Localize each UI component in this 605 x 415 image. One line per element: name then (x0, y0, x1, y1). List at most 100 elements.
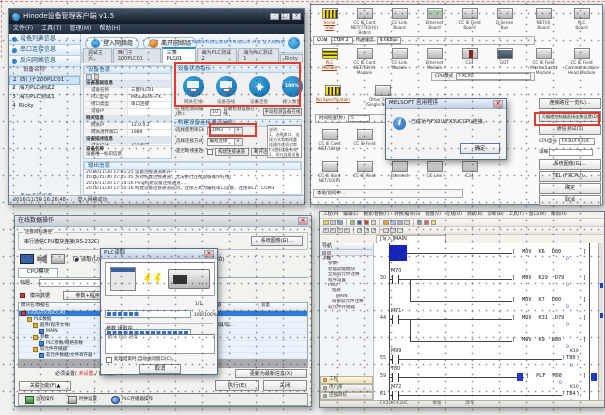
pcif-ethernet-board[interactable]: Ethernet Board (418, 8, 451, 30)
toolbar-icon[interactable] (330, 228, 336, 234)
toolbar-icon[interactable] (417, 220, 423, 226)
close-button[interactable]: × (292, 13, 301, 20)
property-row[interactable]: 网关IP12.0.0.2 (84, 123, 171, 130)
tab-ricky[interactable]: Ricky (280, 54, 303, 63)
tab-mitsubishi-plc01[interactable]: 三菱PLC01 (162, 47, 196, 63)
tab-debug-home[interactable]: 调试主页 (83, 48, 112, 63)
coil-timer[interactable]: (T80) (562, 355, 580, 361)
maximize-button[interactable]: ▢ (281, 13, 290, 20)
instruction-mov[interactable]: [MOVK9D80 (512, 337, 561, 343)
nav-toolbar-icon[interactable] (327, 251, 331, 255)
online-data-titlebar[interactable]: 在线数据操作 × (15, 216, 311, 227)
nav-button-connection[interactable]: 连接目标 (320, 392, 373, 400)
menu-file[interactable]: 文件(F) (13, 25, 33, 32)
tab-cpu-module[interactable]: CPU模块 (18, 268, 58, 277)
plcif-cclink-module[interactable]: CC-Link Module (383, 48, 416, 70)
ok-button[interactable]: 确定 (539, 183, 601, 194)
menu-find[interactable]: 搜索/替换(F) (364, 212, 390, 217)
ladder-canvas[interactable]: [MOVK6D80 ] 0 30 M70 [MOVK29D79 ] 0 [MOV… (374, 243, 601, 400)
reconnect-checkbox[interactable] (207, 149, 213, 155)
toolbar-icon[interactable] (431, 220, 437, 226)
toolbar-icon[interactable] (337, 220, 343, 226)
nav-item-device-memory[interactable]: 软元件存储器 (320, 305, 373, 310)
route-ccie-cont[interactable]: CC IE Cont NET/10(H) (313, 129, 346, 151)
plcif-c24[interactable]: C24 (453, 48, 486, 65)
plcif-ethernet-module[interactable]: Ethernet Module (418, 48, 451, 70)
menu-window[interactable]: 窗口(W) (529, 212, 546, 217)
contact-symbol[interactable] (392, 275, 399, 284)
toolbar-icon[interactable] (404, 220, 410, 226)
sort-icon[interactable] (94, 74, 100, 80)
close-icon[interactable]: × (493, 100, 503, 108)
property-row[interactable]: 网关透传端口1989 (84, 130, 171, 137)
menu-convert[interactable]: 转换/编译(C) (394, 212, 420, 217)
connection-channel-list-button[interactable]: 连接路径一览(L)... (539, 98, 601, 109)
nav-button-user-library[interactable]: 用户库 (320, 384, 373, 392)
coexist-ccie-cont[interactable]: CC IE Cont NET/10(H) (313, 161, 346, 183)
menu-tool[interactable]: 工具(T) (509, 212, 524, 217)
company-link[interactable]: 上海翔荣科锐信息技术有限公司-开发 登入网络组 (167, 40, 285, 45)
device-row[interactable]: 4Ricky (9, 103, 80, 112)
property-category[interactable]: 设备基础信息 (84, 81, 171, 88)
close-button[interactable]: 关闭 (263, 380, 307, 391)
toolbar-icon[interactable] (344, 228, 350, 234)
pcif-net2-board[interactable]: NET(II) Board (527, 8, 560, 30)
pcif-ccie-field-board[interactable]: CC IE Field Board (453, 8, 486, 30)
toolbar-icon[interactable] (397, 220, 403, 226)
tel-fxcpu-button[interactable]: TEL (FXCPU)... (539, 171, 601, 182)
instruction-plf[interactable]: [PLFM98 (526, 373, 562, 379)
plc-memory-item[interactable]: PLC存储器操作 (111, 396, 153, 404)
pcif-serial-usb[interactable]: Serial USB (313, 8, 346, 30)
toolbar-icon[interactable] (397, 228, 403, 234)
radio-read[interactable]: 读取(U) (73, 256, 100, 264)
menu-debug[interactable]: 调试(B) (467, 212, 483, 217)
device-row[interactable]: 3海为PLC测试1 (9, 94, 80, 103)
property-category[interactable]: 网关信息 (84, 116, 171, 123)
editor-tab[interactable]: [写入]MAIN (376, 235, 446, 243)
clock-setting-item[interactable]: 时钟设置 (68, 396, 97, 404)
pcif-qseries-bus[interactable]: Q Series Bus (488, 8, 521, 30)
pcif-cclink-board[interactable]: CC-Link Board (383, 8, 416, 30)
execute-button[interactable]: 执行(E) (215, 380, 259, 391)
menu-manage[interactable]: 管理(M) (70, 25, 92, 32)
nav-button-project[interactable]: 工程 (320, 376, 373, 384)
close-icon[interactable]: × (204, 250, 214, 258)
contact-symbol[interactable] (392, 391, 399, 400)
edit-cursor-cell[interactable] (389, 245, 407, 261)
toolbar-icon[interactable] (357, 228, 363, 234)
toolbar-icon[interactable] (364, 220, 370, 226)
toolbar-icon[interactable] (357, 220, 363, 226)
cancel-button[interactable]: 取消 (139, 364, 181, 374)
vertical-scrollbar[interactable] (598, 243, 603, 400)
hinode-titlebar[interactable]: Hinode设备管理客户端 v1.5 – ▢ × (9, 9, 304, 24)
toolbar-icon[interactable] (350, 220, 356, 226)
toolbar-icon[interactable] (390, 220, 396, 226)
tab-haiwei-plc-test1[interactable]: 海为PLC测试1 (238, 48, 279, 63)
system-image-button[interactable]: 系统图像(G)... (251, 236, 303, 246)
toolbar-icon[interactable] (323, 220, 329, 226)
cancel-button[interactable]: 取消 (539, 195, 601, 206)
direct-connection-button[interactable]: 可编程控制器直接连接设置(D) (539, 111, 601, 122)
connection-test-button[interactable]: 通信测试(T) (539, 124, 601, 135)
remote-operation-item[interactable]: 远程操作 (25, 396, 54, 404)
plc-read-titlebar[interactable]: PLC读取 × (101, 249, 217, 259)
related-functions-button[interactable]: 关联功能(F)▲ (19, 381, 71, 391)
plcif-ccie-field-head[interactable]: CC IE Field Communication Head Module (565, 48, 598, 75)
menu-view[interactable]: 视图(V) (425, 212, 441, 217)
instruction-mov[interactable]: [MOVK7D80 (512, 297, 561, 303)
property-category[interactable]: 设备描述信息 (84, 137, 171, 144)
instruction-mov[interactable]: [MOVK6D80 (512, 249, 561, 255)
toolbar-icon[interactable] (323, 228, 329, 234)
sidebar-item-reverse-net[interactable]: 反向网络信息 (9, 56, 80, 67)
instruction-mov[interactable]: [MOVK31D79 (512, 315, 564, 321)
coexist-c24[interactable]: C24 (453, 161, 486, 178)
menu-edit[interactable]: 编辑(E) (343, 212, 358, 217)
other-no-specification[interactable]: No Specification (313, 85, 353, 102)
instruction-mov[interactable]: [MOVK29D79 (512, 275, 564, 281)
auto-check-checkbox[interactable]: ✓ (257, 109, 261, 114)
property-row[interactable]: 设备IP (84, 109, 171, 116)
manual-check-button[interactable]: 手动检测设备在线 (263, 108, 302, 116)
toolbar-icon[interactable] (330, 220, 336, 226)
tab-siemens-plc01[interactable]: 西门子200PLC01 (113, 48, 161, 63)
build-channel-button[interactable]: 构建连接通道 (215, 148, 249, 156)
